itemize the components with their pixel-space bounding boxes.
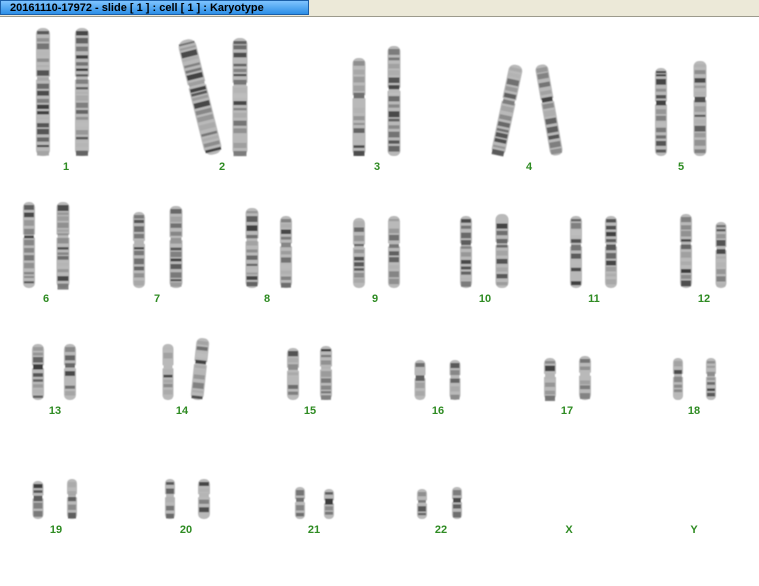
chromosome-label-9: 9 bbox=[371, 293, 379, 305]
chromosome-label-15: 15 bbox=[303, 405, 317, 417]
title-bar: 20161110-17972 - slide [ 1 ] : cell [ 1 … bbox=[0, 0, 759, 17]
chromosome-7-b[interactable] bbox=[168, 206, 184, 288]
chromosome-label-6: 6 bbox=[42, 293, 50, 305]
chromosome-8-a[interactable] bbox=[244, 208, 260, 288]
chromosome-17-a[interactable] bbox=[543, 358, 557, 402]
chromosome-7-a[interactable] bbox=[132, 212, 146, 288]
chromosome-6-b[interactable] bbox=[55, 202, 71, 290]
chromosome-18-b[interactable] bbox=[705, 358, 717, 400]
chromosome-18-a[interactable] bbox=[672, 358, 684, 400]
chromosome-6-a[interactable] bbox=[22, 202, 36, 288]
chromosome-1-a[interactable] bbox=[35, 28, 51, 156]
chromosome-label-8: 8 bbox=[263, 293, 271, 305]
chromosome-4-a[interactable] bbox=[490, 63, 525, 157]
chromosome-15-b[interactable] bbox=[319, 346, 333, 400]
karyotype-canvas: 1 2 3 4 5 6 7 8 9 10 11 12 13 14 15 16 17 18 19 20 21 22 X Y bbox=[0, 17, 759, 586]
chromosome-3-b[interactable] bbox=[386, 46, 402, 156]
window-title-tab[interactable]: 20161110-17972 - slide [ 1 ] : cell [ 1 … bbox=[0, 0, 309, 15]
chromosome-21-a[interactable] bbox=[294, 487, 306, 519]
chromosome-1-b[interactable] bbox=[74, 28, 90, 156]
chromosome-label-19: 19 bbox=[49, 524, 63, 536]
chromosome-label-21: 21 bbox=[307, 524, 321, 536]
chromosome-16-b[interactable] bbox=[448, 360, 462, 400]
chromosome-label-1: 1 bbox=[62, 161, 70, 173]
chromosome-label-3: 3 bbox=[373, 161, 381, 173]
chromosome-label-10: 10 bbox=[478, 293, 492, 305]
chromosome-label-4: 4 bbox=[525, 161, 533, 173]
chromosome-13-b[interactable] bbox=[63, 344, 77, 400]
chromosome-5-a[interactable] bbox=[654, 68, 668, 156]
chromosome-20-b[interactable] bbox=[197, 479, 211, 519]
chromosome-22-b[interactable] bbox=[451, 487, 463, 519]
chromosome-9-b[interactable] bbox=[387, 216, 401, 288]
chromosome-11-b[interactable] bbox=[604, 216, 618, 288]
chromosome-label-22: 22 bbox=[434, 524, 448, 536]
chromosome-11-a[interactable] bbox=[569, 216, 583, 288]
chromosome-10-b[interactable] bbox=[494, 214, 510, 288]
chromosome-21-b[interactable] bbox=[323, 489, 335, 519]
chromosome-3-a[interactable] bbox=[351, 58, 367, 156]
chromosome-4-b[interactable] bbox=[534, 63, 565, 156]
chromosome-label-12: 12 bbox=[697, 293, 711, 305]
chromosome-17-b[interactable] bbox=[578, 356, 592, 400]
chromosome-2-a[interactable] bbox=[176, 37, 224, 156]
chromosome-label-x: X bbox=[565, 524, 573, 536]
chromosome-5-b[interactable] bbox=[692, 61, 708, 156]
chromosome-13-a[interactable] bbox=[31, 344, 45, 400]
chromosome-16-a[interactable] bbox=[413, 360, 427, 400]
chromosome-9-a[interactable] bbox=[352, 218, 366, 288]
chromosome-label-20: 20 bbox=[179, 524, 193, 536]
chromosome-label-7: 7 bbox=[153, 293, 161, 305]
chromosome-label-2: 2 bbox=[218, 161, 226, 173]
chromosome-12-a[interactable] bbox=[679, 214, 693, 288]
chromosome-12-b[interactable] bbox=[714, 222, 728, 288]
chromosome-label-y: Y bbox=[690, 524, 698, 536]
chromosome-20-a[interactable] bbox=[164, 479, 176, 519]
chromosome-label-13: 13 bbox=[48, 405, 62, 417]
chromosome-label-17: 17 bbox=[560, 405, 574, 417]
chromosome-8-b[interactable] bbox=[279, 216, 293, 288]
chromosome-19-b[interactable] bbox=[66, 479, 78, 519]
chromosome-label-14: 14 bbox=[175, 405, 189, 417]
chromosome-19-a[interactable] bbox=[31, 481, 45, 519]
chromosome-15-a[interactable] bbox=[286, 348, 300, 400]
chromosome-14-b[interactable] bbox=[189, 337, 210, 400]
chromosome-label-18: 18 bbox=[687, 405, 701, 417]
chromosome-14-a[interactable] bbox=[161, 344, 175, 400]
chromosome-label-5: 5 bbox=[677, 161, 685, 173]
chromosome-2-b[interactable] bbox=[231, 38, 249, 157]
chromosome-label-16: 16 bbox=[431, 405, 445, 417]
chromosome-label-11: 11 bbox=[588, 293, 600, 305]
chromosome-10-a[interactable] bbox=[459, 216, 473, 288]
chromosome-22-a[interactable] bbox=[416, 489, 428, 519]
